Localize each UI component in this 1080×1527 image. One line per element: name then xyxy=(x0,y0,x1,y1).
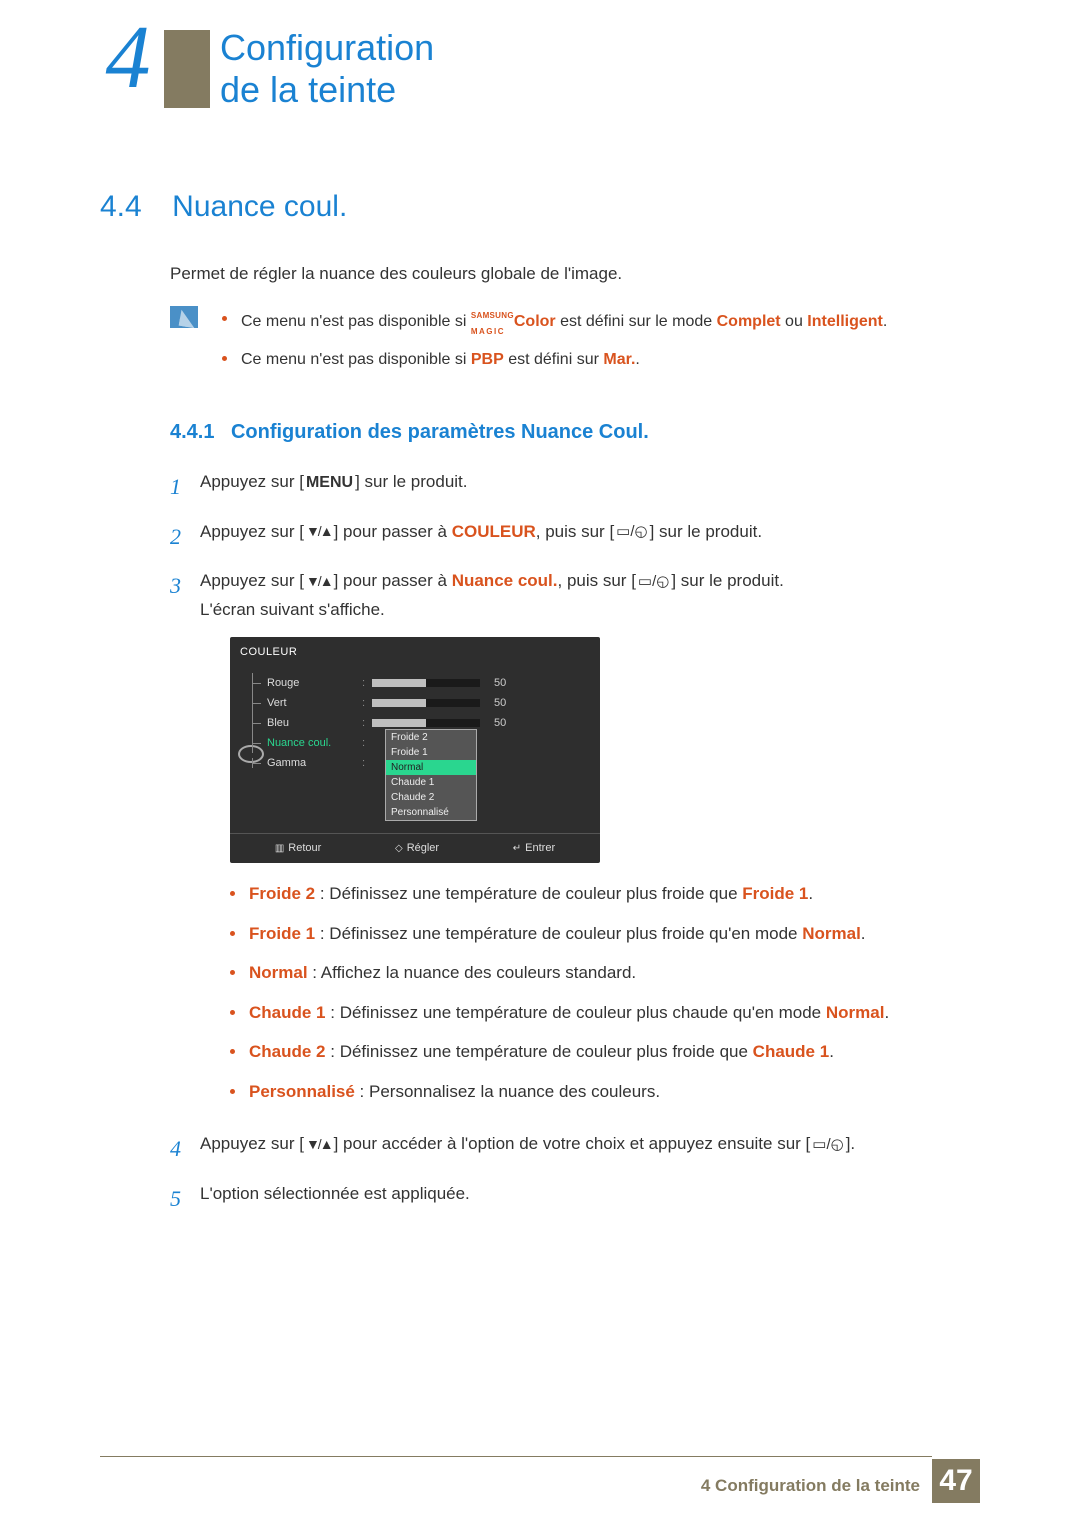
chapter-header: 4 Configuration de la teinte xyxy=(100,30,980,108)
note-text: Ce menu n'est pas disponible si PBP est … xyxy=(241,346,640,373)
step-number: 1 xyxy=(170,468,200,505)
page-number: 47 xyxy=(932,1459,980,1503)
osd-panel: COULEUR Rouge: 50 Vert: xyxy=(230,637,600,863)
step-item: 5 L'option sélectionnée est appliquée. xyxy=(170,1180,980,1217)
note-block: Ce menu n'est pas disponible si SAMSUNGM… xyxy=(170,306,980,381)
note-item: Ce menu n'est pas disponible si PBP est … xyxy=(222,346,887,373)
osd-body: Rouge: 50 Vert: 50 xyxy=(230,667,600,833)
step-number: 3 xyxy=(170,567,200,1118)
step-text: Appuyez sur [MENU] sur le produit. xyxy=(200,468,980,505)
bullet-icon xyxy=(222,316,227,321)
osd-dropdown: Froide 2 Froide 1 Normal Chaude 1 Chaude… xyxy=(385,729,477,821)
step-text: Appuyez sur [▼/▲] pour passer à Nuance c… xyxy=(200,567,980,1118)
step-number: 4 xyxy=(170,1130,200,1167)
section-intro: Permet de régler la nuance des couleurs … xyxy=(170,264,980,284)
note-icon xyxy=(170,306,198,328)
slider xyxy=(372,699,480,707)
option-item: Froide 2 : Définissez une température de… xyxy=(230,881,980,907)
option-item: Personnalisé : Personnalisez la nuance d… xyxy=(230,1079,980,1105)
step-item: 3 Appuyez sur [▼/▲] pour passer à Nuance… xyxy=(170,567,980,1118)
chapter-title: Configuration de la teinte xyxy=(210,11,980,127)
subsection-number: 4.4.1 xyxy=(170,421,214,443)
bullet-icon xyxy=(230,1049,235,1054)
step-number: 5 xyxy=(170,1180,200,1217)
bullet-icon xyxy=(230,1010,235,1015)
step-text: Appuyez sur [▼/▲] pour passer à COULEUR,… xyxy=(200,518,980,555)
note-item: Ce menu n'est pas disponible si SAMSUNGM… xyxy=(222,306,887,338)
updown-icon: ▼/▲ xyxy=(304,570,334,594)
content: 4.4 Nuance coul. Permet de régler la nua… xyxy=(100,190,980,1229)
option-item: Normal : Affichez la nuance des couleurs… xyxy=(230,960,980,986)
chapter-number: 4 xyxy=(106,8,151,107)
osd-title: COULEUR xyxy=(230,637,600,668)
step-text: L'option sélectionnée est appliquée. xyxy=(200,1180,980,1217)
section-heading: 4.4 Nuance coul. xyxy=(100,190,980,224)
note-text: Ce menu n'est pas disponible si SAMSUNGM… xyxy=(241,306,887,338)
osd-regler: Régler xyxy=(395,839,439,858)
bullet-icon xyxy=(230,1089,235,1094)
osd-retour: Retour xyxy=(275,839,321,858)
bullet-icon xyxy=(230,970,235,975)
option-item: Chaude 2 : Définissez une température de… xyxy=(230,1039,980,1065)
section-number: 4.4 xyxy=(100,190,142,224)
updown-icon: ▼/▲ xyxy=(304,1133,334,1157)
slider xyxy=(372,719,480,727)
step-item: 4 Appuyez sur [▼/▲] pour accéder à l'opt… xyxy=(170,1130,980,1167)
section-title: Nuance coul. xyxy=(172,190,347,223)
footer-chapter: 4 Configuration de la teinte xyxy=(701,1466,920,1496)
subsection-title: Configuration des paramètres Nuance Coul… xyxy=(231,421,649,443)
footer-rule xyxy=(100,1456,932,1457)
step-item: 2 Appuyez sur [▼/▲] pour passer à COULEU… xyxy=(170,518,980,555)
step-number: 2 xyxy=(170,518,200,555)
enter-icon: ▭/◵ xyxy=(810,1132,845,1158)
enter-icon: ▭/◵ xyxy=(614,519,649,545)
step-text: Appuyez sur [▼/▲] pour accéder à l'optio… xyxy=(200,1130,980,1167)
subsection: 4.4.1 Configuration des paramètres Nuanc… xyxy=(170,421,980,1217)
bullet-icon xyxy=(230,931,235,936)
note-list: Ce menu n'est pas disponible si SAMSUNGM… xyxy=(222,306,887,381)
osd-footer: Retour Régler Entrer xyxy=(230,833,600,863)
bullet-icon xyxy=(222,356,227,361)
steps-list: 1 Appuyez sur [MENU] sur le produit. 2 A… xyxy=(170,468,980,1217)
option-item: Chaude 1 : Définissez une température de… xyxy=(230,1000,980,1026)
step-item: 1 Appuyez sur [MENU] sur le produit. xyxy=(170,468,980,505)
option-item: Froide 1 : Définissez une température de… xyxy=(230,921,980,947)
menu-button-label: MENU xyxy=(304,469,355,496)
updown-icon: ▼/▲ xyxy=(304,520,334,544)
slider xyxy=(372,679,480,687)
options-list: Froide 2 : Définissez une température de… xyxy=(230,881,980,1104)
footer: 4 Configuration de la teinte 47 xyxy=(701,1459,980,1503)
osd-row: Vert: 50 xyxy=(244,693,586,713)
enter-icon: ▭/◵ xyxy=(636,569,671,595)
chapter-number-box: 4 xyxy=(92,8,164,108)
bullet-icon xyxy=(230,891,235,896)
osd-entrer: Entrer xyxy=(513,839,555,858)
osd-row: Rouge: 50 xyxy=(244,673,586,693)
osd-screenshot: COULEUR Rouge: 50 Vert: xyxy=(230,637,980,863)
page: 4 Configuration de la teinte 4.4 Nuance … xyxy=(0,0,1080,1527)
